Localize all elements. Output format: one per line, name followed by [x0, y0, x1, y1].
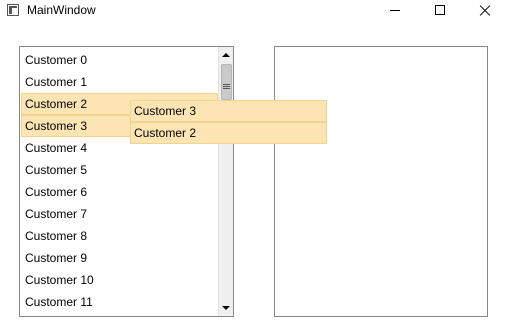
app-window-icon: [7, 4, 19, 16]
list-item[interactable]: Customer 11: [21, 291, 218, 313]
maximize-button[interactable]: [418, 0, 464, 22]
close-button[interactable]: [464, 0, 510, 22]
customer-listbox-source[interactable]: Customer 0 Customer 1 Customer 2 Custome…: [19, 46, 234, 317]
list-item[interactable]: Customer 0: [21, 49, 218, 71]
drag-preview-item: Customer 3: [130, 100, 327, 122]
list-item[interactable]: Customer 7: [21, 203, 218, 225]
minimize-button[interactable]: [372, 0, 418, 22]
grip-icon: [223, 84, 230, 89]
customer-list: Customer 0 Customer 1 Customer 2 Custome…: [21, 49, 218, 313]
list-item[interactable]: Customer 8: [21, 225, 218, 247]
list-item[interactable]: Customer 1: [21, 71, 218, 93]
scroll-down-arrow-icon[interactable]: [219, 300, 233, 316]
window-title: MainWindow: [27, 3, 96, 17]
scroll-up-arrow-icon[interactable]: [219, 47, 233, 63]
list-item[interactable]: Customer 10: [21, 269, 218, 291]
scrollbar-thumb[interactable]: [221, 64, 232, 100]
title-bar[interactable]: MainWindow: [0, 0, 511, 22]
drag-preview: Customer 3 Customer 2: [130, 100, 327, 144]
list-item[interactable]: Customer 6: [21, 181, 218, 203]
list-item[interactable]: Customer 9: [21, 247, 218, 269]
drag-preview-item: Customer 2: [130, 122, 327, 144]
list-item[interactable]: Customer 5: [21, 159, 218, 181]
vertical-scrollbar[interactable]: [218, 47, 233, 316]
customer-listbox-target[interactable]: [274, 46, 488, 317]
